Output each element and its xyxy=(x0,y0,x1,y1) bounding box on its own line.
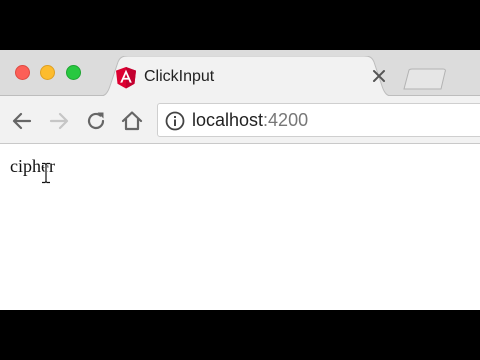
tab-strip: ClickInput xyxy=(0,50,480,97)
tab-clickinput[interactable]: ClickInput xyxy=(96,56,396,97)
new-tab-button[interactable] xyxy=(403,68,447,90)
page-content: cipher xyxy=(0,145,480,310)
reload-icon[interactable] xyxy=(84,109,108,133)
tab-shape xyxy=(96,56,396,97)
back-arrow-icon[interactable] xyxy=(10,109,34,133)
url-host: localhost xyxy=(192,110,264,130)
window-maximize-button[interactable] xyxy=(66,65,81,80)
angular-icon xyxy=(116,67,136,89)
address-bar[interactable]: localhost:4200 xyxy=(157,103,480,137)
tab-title: ClickInput xyxy=(144,68,215,85)
window-minimize-button[interactable] xyxy=(40,65,55,80)
browser-toolbar: localhost:4200 xyxy=(0,96,480,144)
window-close-button[interactable] xyxy=(15,65,30,80)
url-text: localhost:4200 xyxy=(192,110,308,131)
home-icon[interactable] xyxy=(120,109,144,133)
url-port: :4200 xyxy=(263,110,309,130)
browser-window: ClickInput localhost:4200 cipher xyxy=(0,50,480,310)
text-cursor-icon xyxy=(42,162,50,184)
info-icon[interactable] xyxy=(164,110,186,132)
forward-arrow-icon[interactable] xyxy=(47,109,71,133)
tab-close-icon[interactable] xyxy=(370,67,388,85)
